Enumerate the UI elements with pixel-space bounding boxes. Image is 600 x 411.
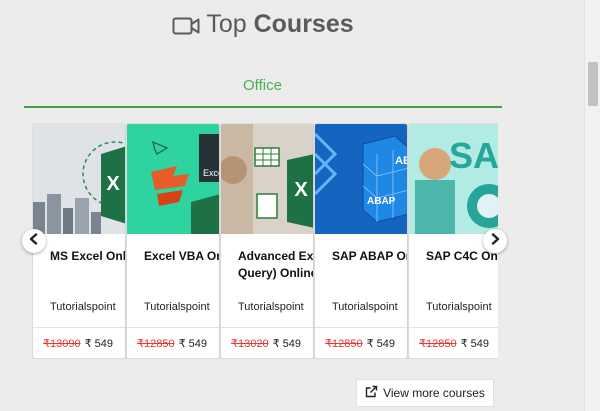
course-thumbnail: Excel xyxy=(127,124,219,234)
new-price: ₹ 549 xyxy=(272,338,302,350)
new-price: ₹ 549 xyxy=(84,338,114,350)
new-price: ₹ 549 xyxy=(460,338,490,350)
course-provider: Tutorialspoint xyxy=(426,301,492,313)
svg-text:ABAP: ABAP xyxy=(367,196,396,207)
course-price: ₹12850 ₹ 549 xyxy=(325,337,395,350)
course-price: ₹13090 ₹ 549 xyxy=(43,337,113,350)
course-provider: Tutorialspoint xyxy=(332,301,398,313)
old-price: ₹12850 xyxy=(137,338,175,350)
course-carousel: X MS Excel Online Tutorialspoint ₹13090₹… xyxy=(32,123,498,359)
course-thumbnail: SA xyxy=(409,124,498,234)
carousel-prev-button[interactable] xyxy=(22,229,46,253)
course-provider: Tutorialspoint xyxy=(50,301,116,313)
course-provider: Tutorialspoint xyxy=(238,301,304,313)
course-card[interactable]: X Advanced Excel (Power Query) Online Tu… xyxy=(220,123,314,359)
card-divider xyxy=(221,327,313,328)
card-divider xyxy=(33,327,125,328)
course-price: ₹12850 ₹ 549 xyxy=(137,337,207,350)
tab-office[interactable]: Office xyxy=(243,77,282,94)
course-card[interactable]: X MS Excel Online Tutorialspoint ₹13090₹… xyxy=(32,123,126,359)
course-name: Advanced Excel (Power xyxy=(238,249,314,263)
course-price: ₹12850 ₹ 549 xyxy=(419,337,489,350)
chevron-right-icon xyxy=(489,232,501,250)
old-price: ₹13020 xyxy=(231,338,269,350)
old-price: ₹12850 xyxy=(419,338,457,350)
course-card[interactable]: ABAP AB SAP ABAP Online Tutorialspoint ₹… xyxy=(314,123,408,359)
external-link-icon xyxy=(365,385,378,401)
course-name: SAP ABAP Online xyxy=(332,249,407,263)
card-divider xyxy=(315,327,407,328)
section-title: Top Courses xyxy=(0,10,526,43)
title-light-text: Top xyxy=(206,10,247,38)
old-price: ₹13090 xyxy=(43,338,81,350)
title-bold-text: Courses xyxy=(253,10,354,38)
chevron-left-icon xyxy=(28,232,40,250)
view-more-label: View more courses xyxy=(383,386,485,400)
course-thumbnail: X xyxy=(33,124,125,234)
svg-text:X: X xyxy=(106,173,120,195)
new-price: ₹ 549 xyxy=(366,338,396,350)
svg-text:AB: AB xyxy=(395,155,407,167)
course-card[interactable]: Excel Excel VBA Online Tutorialspoint ₹1… xyxy=(126,123,220,359)
course-thumbnail: ABAP AB xyxy=(315,124,407,234)
old-price: ₹12850 xyxy=(325,338,363,350)
page-scrollbar[interactable] xyxy=(584,0,600,411)
course-provider: Tutorialspoint xyxy=(144,301,210,313)
card-divider xyxy=(409,327,498,328)
course-price: ₹13020 ₹ 549 xyxy=(231,337,301,350)
course-name: MS Excel Online xyxy=(50,249,126,263)
svg-text:Excel: Excel xyxy=(203,168,219,178)
top-courses-section: Top Courses Office X MS Excel Online xyxy=(0,0,584,411)
tab-underline xyxy=(24,106,502,108)
scrollbar-thumb[interactable] xyxy=(588,62,598,106)
course-name: Excel VBA Online xyxy=(144,249,219,263)
view-more-courses-button[interactable]: View more courses xyxy=(356,379,494,407)
svg-text:SA: SA xyxy=(449,135,498,176)
course-thumbnail: X xyxy=(221,124,313,234)
video-camera-icon xyxy=(172,14,200,43)
svg-text:X: X xyxy=(294,179,308,201)
card-divider xyxy=(127,327,219,328)
new-price: ₹ 549 xyxy=(178,338,208,350)
course-name-line2: Query) Online xyxy=(238,266,314,280)
carousel-next-button[interactable] xyxy=(483,229,507,253)
